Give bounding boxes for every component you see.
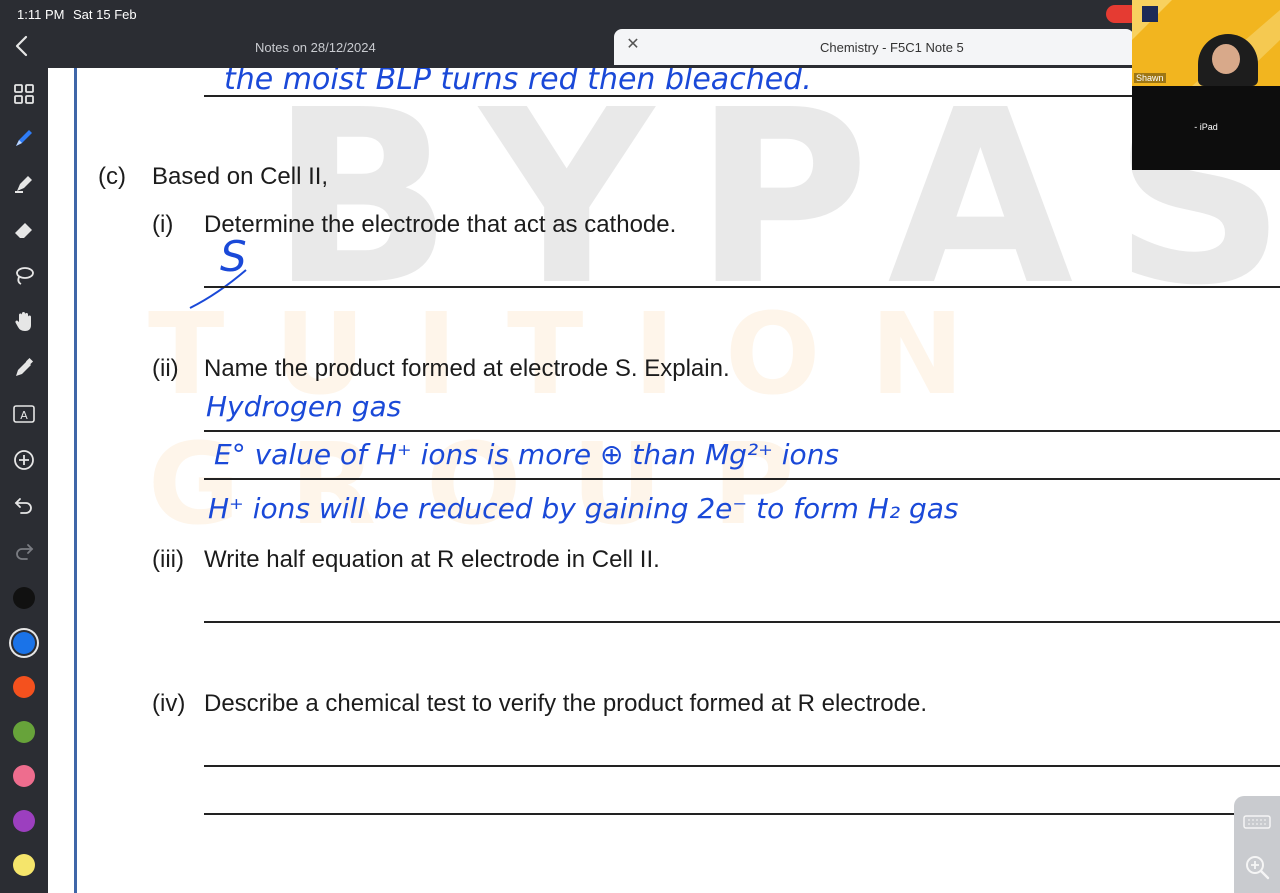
pen-icon [16, 130, 32, 146]
answer-line [204, 430, 1280, 432]
zoom-in-icon [1246, 856, 1270, 880]
status-date: Sat 15 Feb [73, 7, 137, 22]
question-c-i-number: (i) [152, 211, 174, 238]
color-swatch-black[interactable] [13, 587, 35, 609]
floating-tool-panel [1234, 796, 1280, 893]
device-label: - iPad [1194, 122, 1218, 132]
marker-tool-button[interactable] [10, 354, 38, 382]
presenter-name: Shawn [1134, 73, 1166, 83]
close-tab-icon[interactable]: ✕ [624, 36, 642, 54]
watermark-bypass: BYPASS [270, 68, 1280, 338]
answer-line [204, 813, 1280, 815]
chevron-left-icon [15, 35, 28, 57]
question-c-text: Based on Cell II, [152, 163, 329, 190]
handwritten-answer-ii-2: E° value of H⁺ ions is more ⊕ than Mg²⁺ … [214, 438, 840, 471]
question-c-iii-text: Write half equation at R electrode in Ce… [204, 546, 660, 573]
presenter-face [1212, 44, 1240, 74]
eraser-tool-button[interactable] [10, 216, 38, 244]
answer-line [204, 478, 1280, 480]
keyboard-icon [1243, 815, 1271, 829]
question-c-i-text: Determine the electrode that act as cath… [204, 211, 677, 238]
text-box-tool-button[interactable]: A [10, 400, 38, 428]
tool-sidebar: A [0, 68, 48, 893]
hand-icon [15, 312, 31, 331]
question-c-iv-number: (iv) [152, 690, 186, 717]
marker-icon [16, 357, 34, 376]
presenter-video-tile[interactable]: Shawn [1132, 0, 1280, 86]
answer-line [204, 95, 1280, 97]
add-icon [14, 450, 34, 470]
handwritten-stroke [189, 269, 247, 309]
redo-button[interactable] [10, 538, 38, 566]
tab-notes-28-12-2024[interactable]: Notes on 28/12/2024 [255, 40, 376, 55]
page-left-edge [74, 68, 77, 893]
highlighter-icon [15, 176, 32, 193]
eraser-icon [15, 223, 32, 238]
grid-icon [14, 84, 34, 104]
answer-line [204, 765, 1280, 767]
keyboard-button[interactable] [1243, 814, 1271, 830]
pen-tool-button[interactable] [10, 124, 38, 152]
text-box-icon: A [13, 405, 35, 423]
handwritten-answer-ii-1: Hydrogen gas [206, 390, 402, 423]
grid-view-button[interactable] [10, 80, 38, 108]
svg-text:A: A [20, 409, 28, 422]
color-swatch-purple[interactable] [13, 810, 35, 832]
question-c-number: (c) [98, 163, 126, 190]
hand-tool-button[interactable] [10, 308, 38, 336]
add-element-button[interactable] [10, 446, 38, 474]
question-c-iv-text: Describe a chemical test to verify the p… [204, 690, 927, 717]
note-page[interactable]: BYPASS TUITION GROUP the moist BLP turns… [48, 68, 1280, 893]
zoom-button[interactable] [1244, 854, 1270, 880]
color-swatch-yellow[interactable] [13, 854, 35, 876]
redo-icon [16, 544, 34, 560]
color-swatch-green[interactable] [13, 721, 35, 743]
color-swatch-orange[interactable] [13, 676, 35, 698]
question-c-iii-number: (iii) [152, 546, 184, 573]
tuition-logo [1142, 6, 1158, 22]
back-button[interactable] [12, 34, 36, 62]
status-time: 1:11 PM [17, 7, 65, 22]
device-video-tile[interactable]: - iPad [1132, 86, 1280, 170]
status-bar: 1:11 PM Sat 15 Feb [0, 0, 1280, 28]
tab-chemistry-note[interactable]: ✕ Chemistry - F5C1 Note 5 [614, 29, 1134, 65]
lasso-tool-button[interactable] [10, 262, 38, 290]
undo-button[interactable] [10, 492, 38, 520]
answer-line [204, 621, 1280, 623]
handwritten-answer-ii-3: H⁺ ions will be reduced by gaining 2e⁻ t… [208, 492, 959, 525]
undo-icon [14, 498, 32, 514]
question-c-ii-number: (ii) [152, 355, 179, 382]
color-swatch-blue[interactable] [13, 632, 35, 654]
lasso-icon [16, 267, 34, 285]
highlighter-tool-button[interactable] [10, 170, 38, 198]
question-c-ii-text: Name the product formed at electrode S. … [204, 355, 730, 382]
color-swatch-pink[interactable] [13, 765, 35, 787]
tab-title: Chemistry - F5C1 Note 5 [820, 40, 964, 55]
answer-line [204, 286, 1280, 288]
handwritten-top-line: the moist BLP turns red then bleached. [224, 68, 812, 97]
